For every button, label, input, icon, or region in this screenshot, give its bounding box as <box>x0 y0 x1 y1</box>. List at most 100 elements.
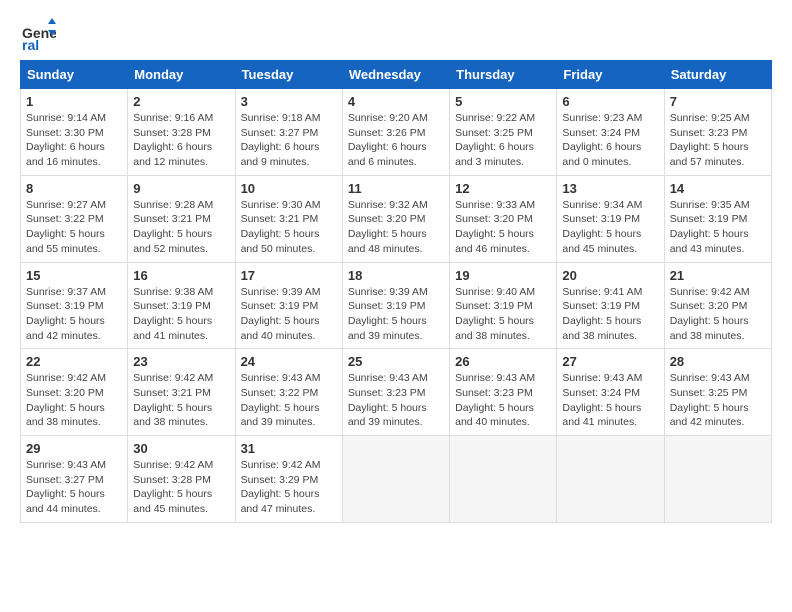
calendar-cell: 30 Sunrise: 9:42 AM Sunset: 3:28 PM Dayli… <box>128 436 235 523</box>
calendar-cell: 14 Sunrise: 9:35 AM Sunset: 3:19 PM Dayli… <box>664 175 771 262</box>
header: Gene ral <box>20 16 772 52</box>
day-info: Sunrise: 9:27 AM Sunset: 3:22 PM Dayligh… <box>26 198 122 257</box>
day-info: Sunrise: 9:42 AM Sunset: 3:28 PM Dayligh… <box>133 458 229 517</box>
calendar-table: SundayMondayTuesdayWednesdayThursdayFrid… <box>20 60 772 523</box>
calendar-cell: 17Sunrise: 9:39 AM Sunset: 3:19 PM Dayli… <box>235 262 342 349</box>
header-row: SundayMondayTuesdayWednesdayThursdayFrid… <box>21 61 772 89</box>
calendar-cell: 8Sunrise: 9:27 AM Sunset: 3:22 PM Daylig… <box>21 175 128 262</box>
calendar-cell: 4Sunrise: 9:20 AM Sunset: 3:26 PM Daylig… <box>342 89 449 176</box>
day-number: 30 <box>133 441 229 456</box>
day-info: Sunrise: 9:43 AM Sunset: 3:27 PM Dayligh… <box>26 458 122 517</box>
day-info: Sunrise: 9:43 AM Sunset: 3:22 PM Dayligh… <box>241 371 337 430</box>
calendar-cell: 5 Sunrise: 9:22 AM Sunset: 3:25 PM Daylig… <box>450 89 557 176</box>
day-info: Sunrise: 9:32 AM Sunset: 3:20 PM Dayligh… <box>348 198 444 257</box>
calendar-cell: 16Sunrise: 9:38 AM Sunset: 3:19 PM Dayli… <box>128 262 235 349</box>
day-info: Sunrise: 9:41 AM Sunset: 3:19 PM Dayligh… <box>562 285 658 344</box>
day-number: 14 <box>670 181 766 196</box>
day-info: Sunrise: 9:18 AM Sunset: 3:27 PM Dayligh… <box>241 111 337 170</box>
calendar-cell: 1 Sunrise: 9:14 AM Sunset: 3:30 PM Daylig… <box>21 89 128 176</box>
day-info: Sunrise: 9:42 AM Sunset: 3:20 PM Dayligh… <box>26 371 122 430</box>
calendar-cell: 28 Sunrise: 9:43 AM Sunset: 3:25 PM Dayli… <box>664 349 771 436</box>
day-info: Sunrise: 9:43 AM Sunset: 3:25 PM Dayligh… <box>670 371 766 430</box>
calendar-cell: 3 Sunrise: 9:18 AM Sunset: 3:27 PM Daylig… <box>235 89 342 176</box>
day-number: 4 <box>348 94 444 109</box>
day-info: Sunrise: 9:28 AM Sunset: 3:21 PM Dayligh… <box>133 198 229 257</box>
day-number: 31 <box>241 441 337 456</box>
day-info: Sunrise: 9:42 AM Sunset: 3:21 PM Dayligh… <box>133 371 229 430</box>
calendar-cell: 20 Sunrise: 9:41 AM Sunset: 3:19 PM Dayli… <box>557 262 664 349</box>
day-number: 22 <box>26 354 122 369</box>
day-info: Sunrise: 9:22 AM Sunset: 3:25 PM Dayligh… <box>455 111 551 170</box>
calendar-cell: 2 Sunrise: 9:16 AM Sunset: 3:28 PM Daylig… <box>128 89 235 176</box>
day-info: Sunrise: 9:37 AM Sunset: 3:19 PM Dayligh… <box>26 285 122 344</box>
day-info: Sunrise: 9:23 AM Sunset: 3:24 PM Dayligh… <box>562 111 658 170</box>
day-number: 5 <box>455 94 551 109</box>
day-info: Sunrise: 9:43 AM Sunset: 3:24 PM Dayligh… <box>562 371 658 430</box>
day-info: Sunrise: 9:16 AM Sunset: 3:28 PM Dayligh… <box>133 111 229 170</box>
calendar-cell <box>557 436 664 523</box>
calendar-cell: 9 Sunrise: 9:28 AM Sunset: 3:21 PM Daylig… <box>128 175 235 262</box>
calendar-body: 1 Sunrise: 9:14 AM Sunset: 3:30 PM Daylig… <box>21 89 772 523</box>
day-number: 13 <box>562 181 658 196</box>
calendar-cell: 6 Sunrise: 9:23 AM Sunset: 3:24 PM Daylig… <box>557 89 664 176</box>
day-number: 15 <box>26 268 122 283</box>
day-number: 26 <box>455 354 551 369</box>
day-info: Sunrise: 9:33 AM Sunset: 3:20 PM Dayligh… <box>455 198 551 257</box>
calendar-cell: 31 Sunrise: 9:42 AM Sunset: 3:29 PM Dayli… <box>235 436 342 523</box>
day-number: 18 <box>348 268 444 283</box>
calendar-cell: 18Sunrise: 9:39 AM Sunset: 3:19 PM Dayli… <box>342 262 449 349</box>
day-number: 7 <box>670 94 766 109</box>
day-number: 20 <box>562 268 658 283</box>
day-number: 11 <box>348 181 444 196</box>
calendar-cell: 24Sunrise: 9:43 AM Sunset: 3:22 PM Dayli… <box>235 349 342 436</box>
day-number: 6 <box>562 94 658 109</box>
logo: Gene ral <box>20 16 60 52</box>
calendar-cell <box>450 436 557 523</box>
day-info: Sunrise: 9:35 AM Sunset: 3:19 PM Dayligh… <box>670 198 766 257</box>
day-number: 28 <box>670 354 766 369</box>
day-info: Sunrise: 9:25 AM Sunset: 3:23 PM Dayligh… <box>670 111 766 170</box>
calendar-cell: 21 Sunrise: 9:42 AM Sunset: 3:20 PM Dayli… <box>664 262 771 349</box>
header-thursday: Thursday <box>450 61 557 89</box>
day-info: Sunrise: 9:43 AM Sunset: 3:23 PM Dayligh… <box>348 371 444 430</box>
day-info: Sunrise: 9:38 AM Sunset: 3:19 PM Dayligh… <box>133 285 229 344</box>
calendar-header: SundayMondayTuesdayWednesdayThursdayFrid… <box>21 61 772 89</box>
header-tuesday: Tuesday <box>235 61 342 89</box>
calendar-cell: 15 Sunrise: 9:37 AM Sunset: 3:19 PM Dayli… <box>21 262 128 349</box>
calendar-cell <box>664 436 771 523</box>
header-wednesday: Wednesday <box>342 61 449 89</box>
day-info: Sunrise: 9:14 AM Sunset: 3:30 PM Dayligh… <box>26 111 122 170</box>
day-number: 23 <box>133 354 229 369</box>
day-number: 2 <box>133 94 229 109</box>
header-friday: Friday <box>557 61 664 89</box>
week-row-1: 8Sunrise: 9:27 AM Sunset: 3:22 PM Daylig… <box>21 175 772 262</box>
day-number: 19 <box>455 268 551 283</box>
week-row-0: 1 Sunrise: 9:14 AM Sunset: 3:30 PM Daylig… <box>21 89 772 176</box>
calendar-cell: 23 Sunrise: 9:42 AM Sunset: 3:21 PM Dayli… <box>128 349 235 436</box>
day-number: 3 <box>241 94 337 109</box>
day-number: 12 <box>455 181 551 196</box>
day-number: 9 <box>133 181 229 196</box>
day-info: Sunrise: 9:43 AM Sunset: 3:23 PM Dayligh… <box>455 371 551 430</box>
calendar-cell: 27 Sunrise: 9:43 AM Sunset: 3:24 PM Dayli… <box>557 349 664 436</box>
calendar-cell: 19 Sunrise: 9:40 AM Sunset: 3:19 PM Dayli… <box>450 262 557 349</box>
week-row-3: 22 Sunrise: 9:42 AM Sunset: 3:20 PM Dayli… <box>21 349 772 436</box>
calendar-cell: 26 Sunrise: 9:43 AM Sunset: 3:23 PM Dayli… <box>450 349 557 436</box>
header-saturday: Saturday <box>664 61 771 89</box>
day-number: 27 <box>562 354 658 369</box>
day-number: 29 <box>26 441 122 456</box>
calendar-cell: 13 Sunrise: 9:34 AM Sunset: 3:19 PM Dayli… <box>557 175 664 262</box>
day-number: 25 <box>348 354 444 369</box>
calendar-cell: 10Sunrise: 9:30 AM Sunset: 3:21 PM Dayli… <box>235 175 342 262</box>
calendar-cell: 11 Sunrise: 9:32 AM Sunset: 3:20 PM Dayli… <box>342 175 449 262</box>
day-info: Sunrise: 9:34 AM Sunset: 3:19 PM Dayligh… <box>562 198 658 257</box>
day-info: Sunrise: 9:40 AM Sunset: 3:19 PM Dayligh… <box>455 285 551 344</box>
calendar-cell: 25 Sunrise: 9:43 AM Sunset: 3:23 PM Dayli… <box>342 349 449 436</box>
calendar-cell: 12 Sunrise: 9:33 AM Sunset: 3:20 PM Dayli… <box>450 175 557 262</box>
calendar-cell: 7 Sunrise: 9:25 AM Sunset: 3:23 PM Daylig… <box>664 89 771 176</box>
header-monday: Monday <box>128 61 235 89</box>
day-info: Sunrise: 9:42 AM Sunset: 3:29 PM Dayligh… <box>241 458 337 517</box>
day-number: 21 <box>670 268 766 283</box>
day-number: 1 <box>26 94 122 109</box>
day-info: Sunrise: 9:42 AM Sunset: 3:20 PM Dayligh… <box>670 285 766 344</box>
